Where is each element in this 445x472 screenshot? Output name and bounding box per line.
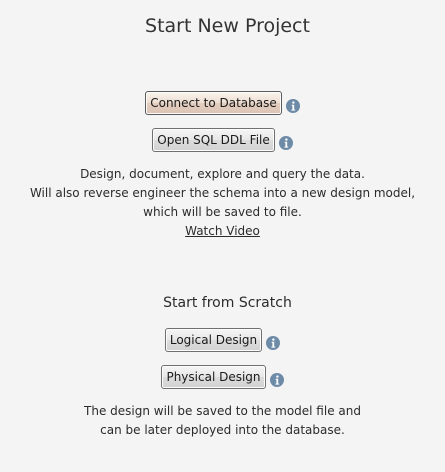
info-icon[interactable] [269,373,284,387]
info-icon[interactable] [278,136,293,150]
scratch-section-title: Start from Scratch [163,295,292,311]
open-ddl-row: Open SQL DDL File [0,128,445,152]
physical-row: Physical Design [0,365,445,389]
connect-row: Connect to Database [0,91,445,115]
description-line: The design will be saved to the model fi… [84,404,361,418]
video-link-row: Watch Video [0,224,445,238]
logical-design-button[interactable]: Logical Design [164,328,263,352]
description-line: which will be saved to file. [143,205,302,219]
info-icon[interactable] [266,336,281,350]
description-line: Will also reverse engineer the schema in… [29,186,416,200]
open-sql-ddl-file-button[interactable]: Open SQL DDL File [152,128,275,152]
watch-video-link[interactable]: Watch Video [185,224,260,238]
info-icon[interactable] [285,99,300,113]
page-title: Start New Project [145,15,310,37]
scratch-description: The design will be saved to the model fi… [0,402,445,440]
description-line: Design, document, explore and query the … [80,167,365,181]
physical-design-button[interactable]: Physical Design [161,365,266,389]
connect-to-database-button[interactable]: Connect to Database [145,91,282,115]
existing-description: Design, document, explore and query the … [0,165,445,222]
description-line: can be later deployed into the database. [100,423,345,437]
logical-row: Logical Design [0,328,445,352]
